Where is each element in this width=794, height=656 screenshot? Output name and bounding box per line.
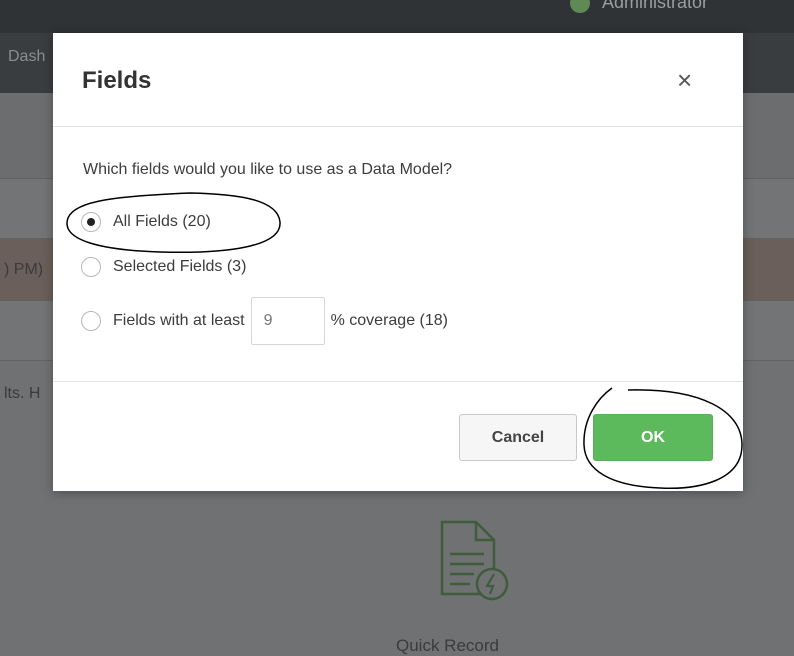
dialog-footer: Cancel OK [53, 382, 743, 492]
dialog-title: Fields [82, 67, 152, 94]
close-icon[interactable]: × [677, 67, 692, 93]
dialog-header: Fields × [53, 33, 743, 127]
user-status-icon [570, 0, 590, 13]
option-all-fields[interactable]: All Fields (20) [81, 212, 211, 232]
coverage-percent-input[interactable] [250, 297, 325, 345]
header-user: Administrator [570, 0, 708, 13]
coverage-fields-radio[interactable] [81, 311, 101, 331]
selected-fields-label: Selected Fields (3) [113, 258, 247, 275]
header-user-name: Administrator [602, 0, 709, 12]
background-row-text: ) PM) [4, 261, 44, 278]
nav-dashboard-link[interactable]: Dash [8, 48, 45, 66]
document-lightning-icon [440, 520, 509, 601]
option-selected-fields[interactable]: Selected Fields (3) [81, 257, 246, 277]
background-message-text: lts. H [4, 385, 41, 402]
background-caption: Quick Record [396, 636, 499, 655]
coverage-label-after: % coverage (18) [330, 312, 448, 329]
ok-button[interactable]: OK [593, 414, 713, 461]
dialog-question: Which fields would you like to use as a … [83, 161, 453, 178]
option-coverage-fields[interactable]: Fields with at least % coverage (18) [81, 297, 448, 345]
fields-dialog: Fields × Which fields would you like to … [53, 33, 743, 491]
cancel-button[interactable]: Cancel [459, 414, 577, 461]
coverage-label-before: Fields with at least [113, 312, 245, 329]
dialog-body: Which fields would you like to use as a … [53, 127, 743, 382]
all-fields-radio[interactable] [81, 212, 101, 232]
all-fields-label: All Fields (20) [113, 213, 211, 230]
selected-fields-radio[interactable] [81, 257, 101, 277]
